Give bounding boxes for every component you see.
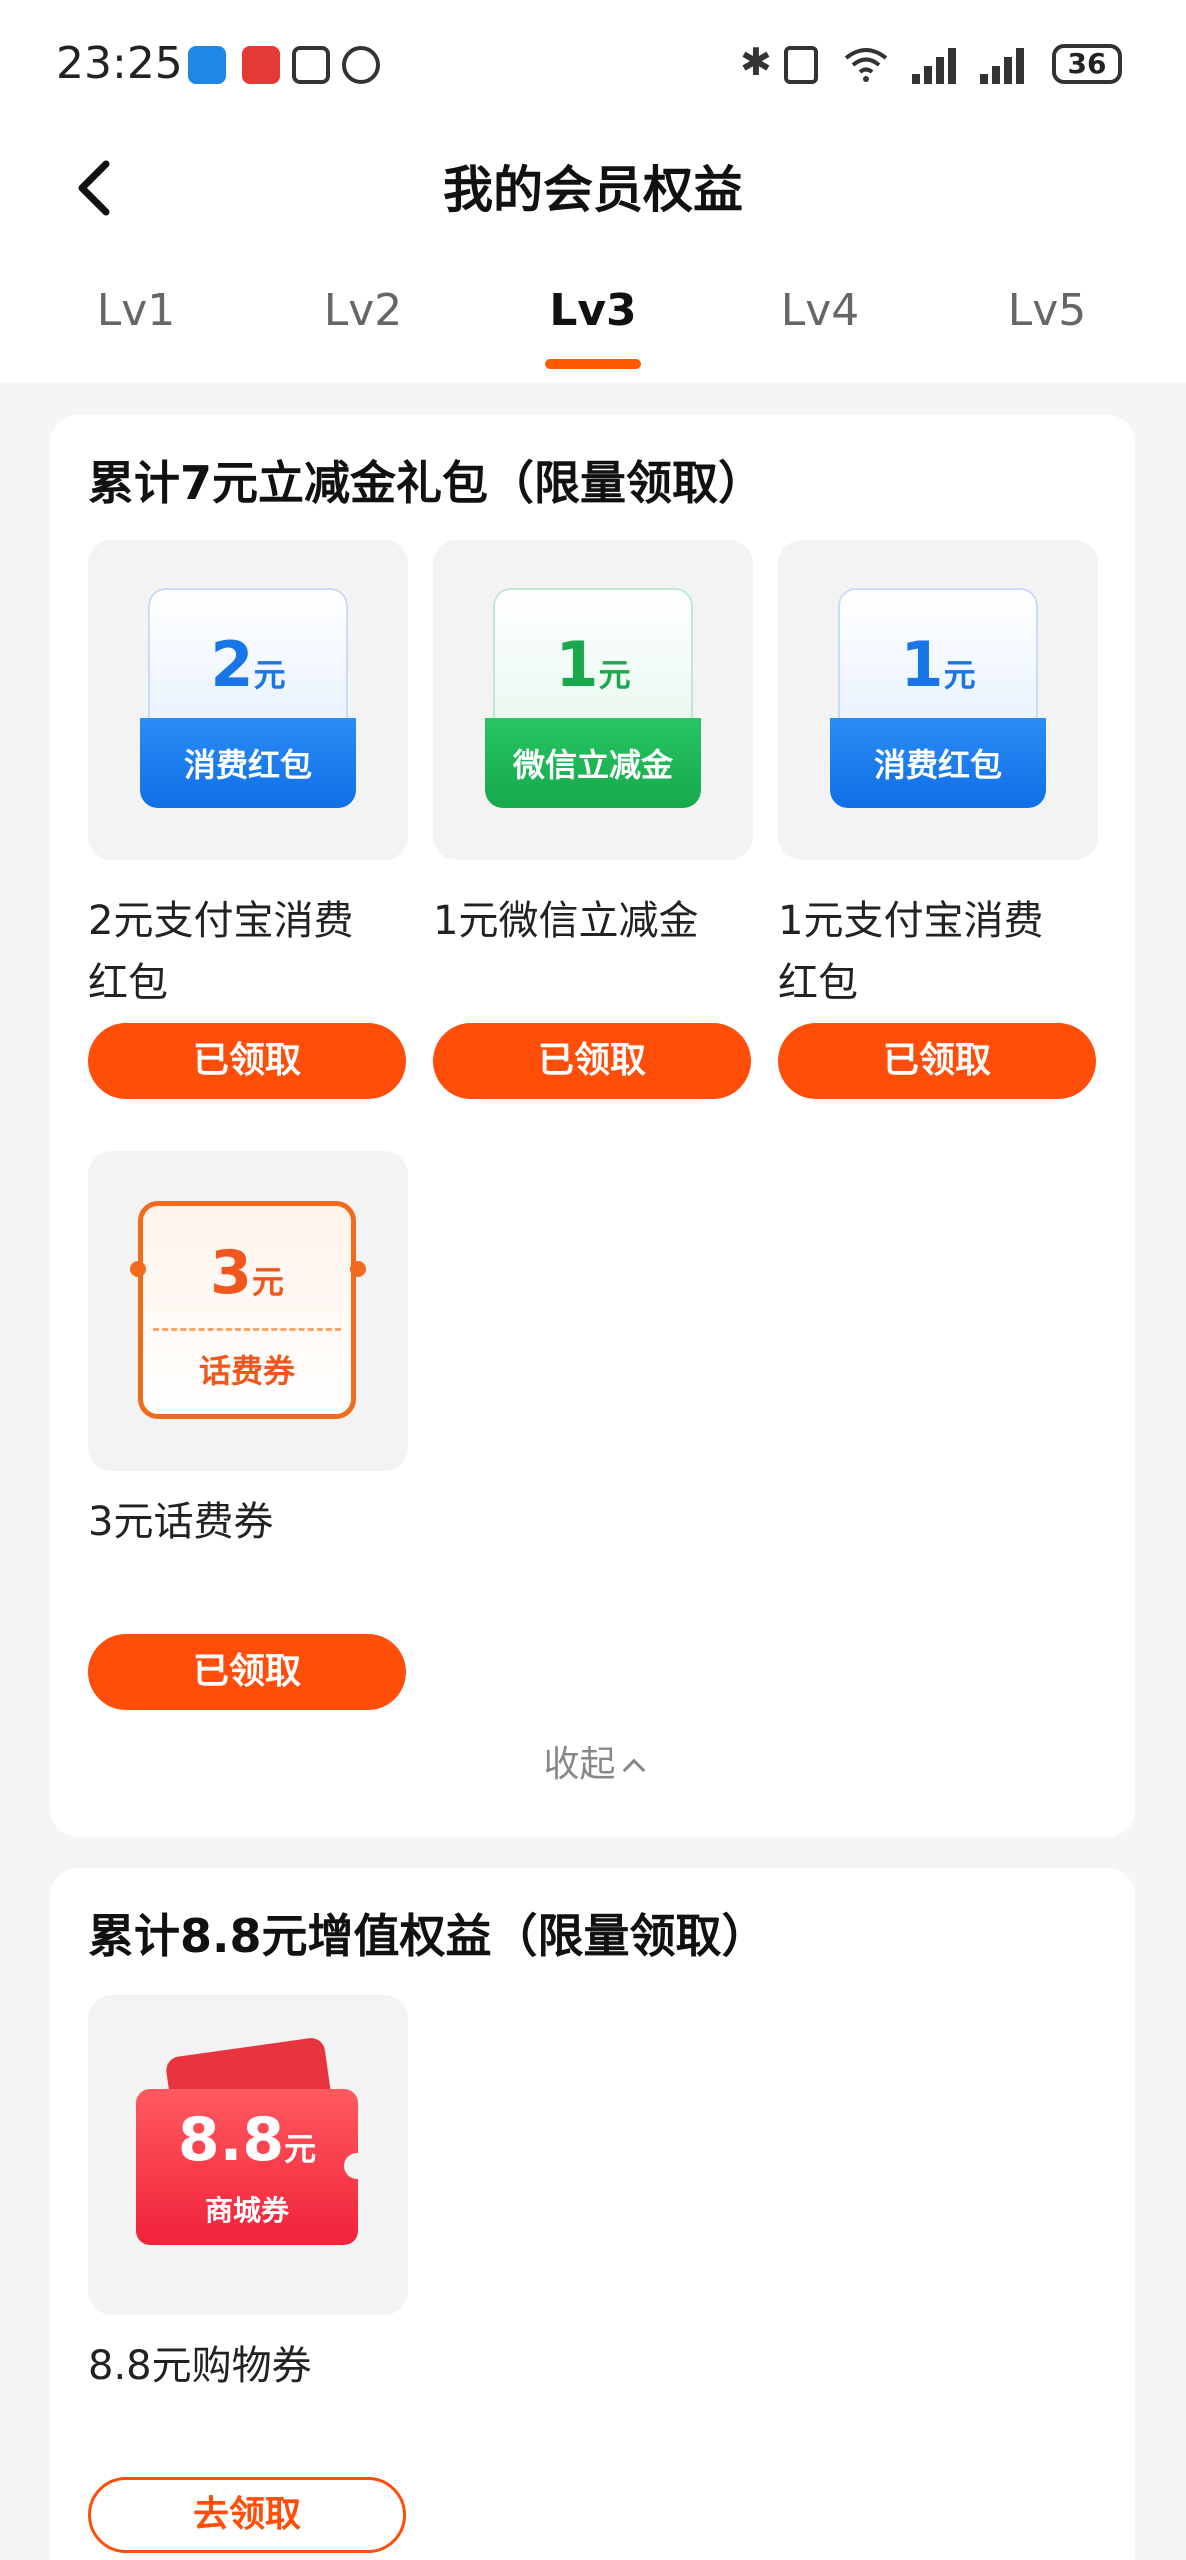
coupon-unit: 元 <box>284 2130 317 2168</box>
claimed-button[interactable]: 已领取 <box>433 1023 751 1099</box>
claimed-button[interactable]: 已领取 <box>778 1023 1096 1099</box>
top-bar: 23:25 ✱ 36 我的会员权益 Lv1 Lv2 Lv3 Lv4 Lv5 <box>0 0 1186 383</box>
section-title: 累计8.8元增值权益（限量领取） <box>88 1909 768 1963</box>
alarm-icon <box>342 46 380 84</box>
coupon-thumbnail: 1元 微信立减金 <box>433 540 753 860</box>
benefit-name: 1元微信立减金 <box>433 898 699 944</box>
phone-bill-coupon-image: 3元 话费券 <box>138 1201 356 1419</box>
chevron-up-icon <box>622 1758 645 1782</box>
coupon-thumbnail: 2元 消费红包 <box>88 540 408 860</box>
coupon-tag: 微信立减金 <box>512 746 673 784</box>
coupon-amount: 3 <box>210 1238 252 1308</box>
coupon-unit: 元 <box>598 656 631 694</box>
alipay-red-packet-image: 1元 消费红包 <box>830 588 1046 808</box>
claimed-button[interactable]: 已领取 <box>88 1023 406 1099</box>
benefit-section-card: 累计7元立减金礼包（限量领取） 2元 消费红包 2元支付宝消费 红包 已领取 1… <box>50 415 1135 1837</box>
nfc-icon <box>292 46 330 84</box>
benefit-section-card: 累计8.8元增值权益（限量领取） 8.8元 商城券 8.8元购物券 去领取 <box>50 1868 1135 2560</box>
signal-icon <box>912 48 956 84</box>
tab-lv2[interactable]: Lv2 <box>283 285 443 336</box>
benefit-name: 3元话费券 <box>88 1499 274 1545</box>
coupon-thumbnail: 1元 消费红包 <box>778 540 1098 860</box>
coupon-tag: 商城券 <box>204 2194 289 2227</box>
collapse-toggle[interactable]: 收起 <box>50 1735 1135 1787</box>
tab-lv3[interactable]: Lv3 <box>513 285 673 336</box>
claimed-button[interactable]: 已领取 <box>88 1634 406 1710</box>
benefit-name: 1元支付宝消费 红包 <box>778 898 1044 1006</box>
tab-lv1[interactable]: Lv1 <box>56 285 216 336</box>
coupon-tag: 话费券 <box>198 1352 295 1390</box>
bluetooth-icon: ✱ <box>740 40 772 84</box>
benefit-name: 2元支付宝消费 红包 <box>88 898 354 1006</box>
coupon-thumbnail: 8.8元 商城券 <box>88 1995 408 2315</box>
claim-button[interactable]: 去领取 <box>88 2477 406 2553</box>
coupon-amount: 1 <box>555 628 599 701</box>
mall-coupon-image: 8.8元 商城券 <box>136 2036 370 2263</box>
level-tabs: Lv1 Lv2 Lv3 Lv4 Lv5 <box>0 285 1186 383</box>
coupon-unit: 元 <box>253 656 286 694</box>
active-tab-indicator <box>545 359 641 369</box>
alipay-red-packet-image: 2元 消费红包 <box>140 588 356 808</box>
coupon-unit: 元 <box>251 1263 284 1301</box>
status-bar: 23:25 ✱ 36 <box>0 0 1186 140</box>
wechat-discount-image: 1元 微信立减金 <box>485 588 701 808</box>
wifi-icon <box>844 48 888 82</box>
coupon-thumbnail: 3元 话费券 <box>88 1151 408 1471</box>
coupon-unit: 元 <box>943 656 976 694</box>
page-title: 我的会员权益 <box>443 161 743 219</box>
tab-lv4[interactable]: Lv4 <box>740 285 900 336</box>
coupon-tag: 消费红包 <box>183 746 312 784</box>
signal-icon <box>980 48 1024 84</box>
vibrate-icon <box>784 46 818 84</box>
coupon-amount: 1 <box>900 628 944 701</box>
bank-notification-icon <box>242 46 280 84</box>
tab-lv5[interactable]: Lv5 <box>967 285 1127 336</box>
status-time: 23:25 <box>56 38 183 89</box>
coupon-tag: 消费红包 <box>873 746 1002 784</box>
coupon-amount: 8.8 <box>177 2105 285 2175</box>
app-notification-icon <box>188 46 226 84</box>
battery-indicator: 36 <box>1052 44 1122 84</box>
section-title: 累计7元立减金礼包（限量领取） <box>88 456 765 510</box>
benefit-name: 8.8元购物券 <box>88 2343 312 2389</box>
coupon-amount: 2 <box>210 628 254 701</box>
